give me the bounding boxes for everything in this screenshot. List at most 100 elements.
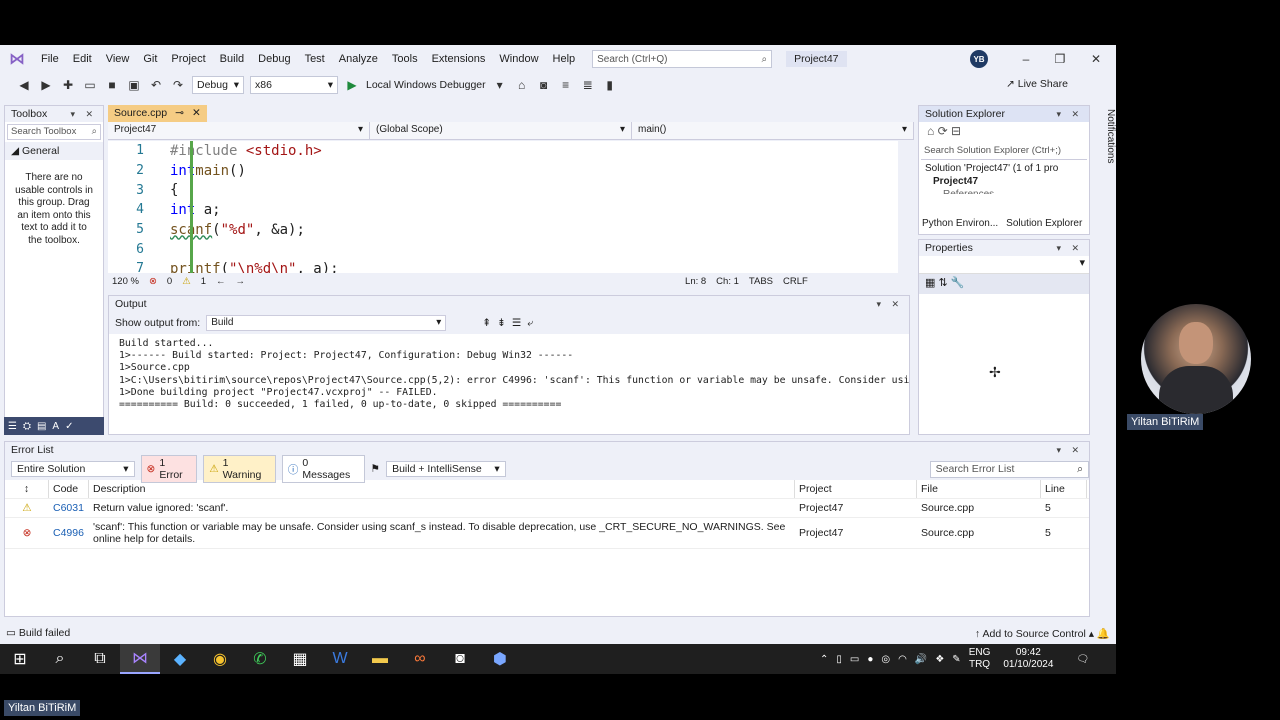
comment-icon[interactable]: ≡ — [558, 77, 574, 93]
error-search-input[interactable]: Search Error List ⌕ — [929, 460, 1089, 478]
header-line[interactable]: Line — [1041, 480, 1087, 498]
sync-icon[interactable]: ⟳ — [938, 124, 948, 138]
battery-icon[interactable]: ▭ — [850, 654, 859, 665]
home-icon[interactable]: ⌂ — [927, 124, 934, 138]
output-source-select[interactable]: Build ▾ — [206, 315, 447, 331]
zoom-level[interactable]: 120 % — [112, 276, 139, 287]
clear-all-icon[interactable]: ☰ — [512, 317, 521, 329]
clock[interactable]: 09:42 01/10/2024 — [998, 647, 1058, 671]
camera-icon[interactable]: ◙ — [536, 77, 552, 93]
menu-extensions[interactable]: Extensions — [425, 45, 493, 73]
menu-edit[interactable]: Edit — [66, 45, 99, 73]
task-view-icon[interactable]: ⧉ — [80, 644, 120, 674]
menu-build[interactable]: Build — [213, 45, 251, 73]
add-source-control-button[interactable]: ↑ Add to Source Control ▴ 🔔 — [975, 627, 1110, 640]
messages-filter-button[interactable]: ⓘ 0 Messages — [281, 455, 365, 483]
prev-message-icon[interactable]: ⇟ — [497, 317, 506, 329]
tree-references-node[interactable]: References — [919, 188, 1089, 194]
account-avatar[interactable]: YB — [970, 50, 988, 68]
filter-icon[interactable]: ⚑ — [371, 463, 380, 475]
error-count[interactable]: 0 — [167, 276, 172, 287]
chevron-down-icon[interactable]: ▾ — [492, 77, 508, 93]
warning-count[interactable]: 1 — [201, 276, 206, 287]
close-icon[interactable]: ✕ — [1088, 51, 1104, 67]
tab-source-cpp[interactable]: Source.cpp ⊸ ✕ — [108, 105, 207, 122]
tab-solution-explorer[interactable]: Solution Explorer — [1002, 215, 1087, 233]
chrome-icon[interactable]: ◉ — [200, 644, 240, 674]
word-icon[interactable]: W — [320, 644, 360, 674]
notification-bell-icon[interactable]: 🔔 — [1097, 628, 1110, 640]
mic-icon[interactable]: ● — [867, 654, 873, 665]
camera-icon[interactable]: ◙ — [440, 644, 480, 674]
collapse-icon[interactable]: ⊟ — [951, 124, 961, 138]
menu-test[interactable]: Test — [298, 45, 332, 73]
solution-search-input[interactable]: Search Solution Explorer (Ctrl+;) — [921, 144, 1087, 160]
keyboard-language[interactable]: ENG TRQ — [969, 647, 991, 671]
volume-icon[interactable]: 🔊 — [915, 654, 927, 665]
pen-icon[interactable]: ✎ — [952, 654, 960, 665]
menu-debug[interactable]: Debug — [251, 45, 297, 73]
app-icon[interactable]: ◆ — [160, 644, 200, 674]
file-explorer-icon[interactable]: ▬ — [360, 644, 400, 674]
menu-window[interactable]: Window — [492, 45, 545, 73]
menu-git[interactable]: Git — [136, 45, 164, 73]
tab-python-environments[interactable]: Python Environ... — [918, 215, 1002, 233]
close-icon[interactable]: ✕ — [192, 107, 201, 120]
phone-icon[interactable]: ▯ — [836, 654, 842, 665]
visual-studio-icon[interactable]: ⋈ — [120, 644, 160, 674]
live-share-button[interactable]: ↗ Live Share — [1006, 78, 1068, 90]
platform-select[interactable]: x86 ▾ — [250, 76, 338, 94]
save-icon[interactable]: ■ — [104, 77, 120, 93]
pin-icon[interactable]: ⊸ — [175, 107, 184, 120]
tree-solution-node[interactable]: Solution 'Project47' (1 of 1 pro — [919, 162, 1089, 175]
browse-icon[interactable]: ⌂ — [514, 77, 530, 93]
menu-analyze[interactable]: Analyze — [332, 45, 385, 73]
restore-icon[interactable]: ❐ — [1052, 51, 1068, 67]
toolbox-group-general[interactable]: ◢ General — [5, 142, 103, 160]
row-code-link[interactable]: C4996 — [49, 524, 89, 542]
notification-center-icon[interactable]: 🗨 — [1076, 654, 1089, 665]
header-project[interactable]: Project — [795, 480, 917, 498]
redo-icon[interactable]: ↷ — [170, 77, 186, 93]
run-debugger-button[interactable]: Local Windows Debugger — [366, 79, 486, 91]
table-row[interactable]: ⚠ C6031 Return value ignored: 'scanf'. P… — [5, 499, 1089, 518]
row-code-link[interactable]: C6031 — [49, 499, 89, 517]
location-icon[interactable]: ◎ — [881, 654, 890, 665]
text-icon[interactable]: A — [52, 421, 59, 432]
wrench-icon[interactable]: 🔧 — [951, 277, 965, 289]
check-icon[interactable]: ✓ — [65, 421, 73, 432]
minimize-icon[interactable]: – — [1018, 51, 1034, 67]
calculator-icon[interactable]: ▦ — [280, 644, 320, 674]
toolbox-search-input[interactable]: Search Toolbox ⌕ — [7, 124, 101, 140]
properties-object-select[interactable]: ▾ — [919, 256, 1089, 274]
windows-start-icon[interactable]: ⊞ — [0, 644, 40, 674]
configuration-select[interactable]: Debug ▾ — [192, 76, 244, 94]
header-file[interactable]: File — [917, 480, 1041, 498]
wifi-icon[interactable]: ◠ — [898, 654, 907, 665]
errors-filter-button[interactable]: ⊗ 1 Error — [140, 455, 198, 483]
word-wrap-icon[interactable]: ⤶ — [527, 317, 533, 330]
output-text[interactable]: Build started... 1>------ Build started:… — [109, 334, 909, 415]
uncomment-icon[interactable]: ≣ — [580, 77, 596, 93]
chevron-up-icon[interactable]: ⌃ — [820, 654, 828, 665]
panel-controls-icon[interactable]: ▾ ✕ — [876, 299, 903, 310]
menu-file[interactable]: File — [34, 45, 66, 73]
tabs-indicator[interactable]: TABS — [749, 276, 773, 287]
header-description[interactable]: Description — [89, 480, 795, 498]
menu-help[interactable]: Help — [546, 45, 583, 73]
panel-controls-icon[interactable]: ▾ ✕ — [1056, 109, 1083, 120]
panel-controls-icon[interactable]: ▾ ✕ — [70, 109, 97, 120]
panel-controls-icon[interactable]: ▾ ✕ — [1056, 445, 1083, 456]
categorized-icon[interactable]: ▦ — [925, 277, 935, 289]
dropbox-icon[interactable]: ❖ — [935, 654, 944, 665]
app-icon[interactable]: ∞ — [400, 644, 440, 674]
menu-tools[interactable]: Tools — [385, 45, 425, 73]
undo-icon[interactable]: ↶ — [148, 77, 164, 93]
global-scope-select[interactable]: (Global Scope) ▾ — [370, 122, 632, 139]
menu-project[interactable]: Project — [164, 45, 212, 73]
open-icon[interactable]: ▭ — [82, 77, 98, 93]
server-explorer-icon[interactable]: ☰ — [8, 421, 17, 432]
find-message-icon[interactable]: ⇞ — [482, 317, 491, 329]
error-source-select[interactable]: Build + IntelliSense ▾ — [386, 461, 506, 477]
menu-view[interactable]: View — [99, 45, 137, 73]
